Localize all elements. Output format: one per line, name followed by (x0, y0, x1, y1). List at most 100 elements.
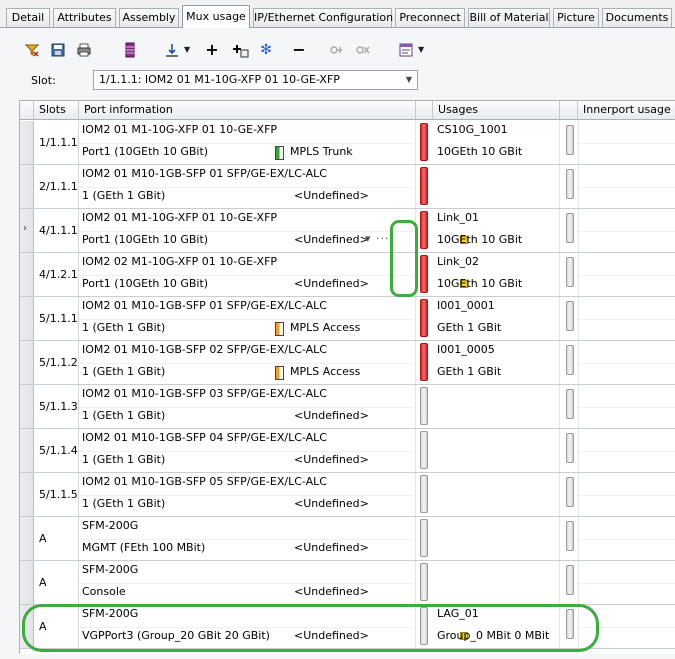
row-selector[interactable] (20, 121, 34, 164)
usage-value[interactable]: <Undefined> (294, 585, 369, 598)
tab-preconnect[interactable]: Preconnect (395, 8, 465, 28)
slot-cell[interactable]: 4/1.2.1 (34, 253, 79, 296)
table-row[interactable]: 4/1.2.1 IOM2 02 M1-10G-XFP 01 10-GE-XFP Po… (20, 253, 675, 297)
tab-ip-ethernet-configuration[interactable]: IP/Ethernet Configuration (253, 8, 393, 28)
header-state[interactable] (416, 101, 433, 120)
row-selector[interactable] (20, 561, 34, 604)
row-selector[interactable] (20, 165, 34, 208)
innerport-usage-cell[interactable] (578, 297, 675, 340)
table-row[interactable]: 5/1.1.4 IOM2 01 M10-1GB-SFP 04 SFP/GE-EX/… (20, 429, 675, 473)
usage-value[interactable]: <Undefined> (294, 277, 369, 290)
table-row[interactable]: 5/1.1.2 IOM2 01 M10-1GB-SFP 02 SFP/GE-EX/… (20, 341, 675, 385)
sort-icon[interactable] (162, 40, 182, 60)
port-info-cell[interactable]: IOM2 01 M10-1GB-SFP 04 SFP/GE-EX/LC-ALC 1… (79, 429, 416, 472)
usages-cell[interactable] (433, 385, 560, 428)
port-info-cell[interactable]: IOM2 01 M10-1GB-SFP 02 SFP/GE-EX/LC-ALC 1… (79, 341, 416, 384)
tab-detail[interactable]: Detail (6, 8, 50, 28)
tab-bill-of-material[interactable]: Bill of Material (468, 8, 550, 28)
usage-value[interactable]: <Undefined> (294, 497, 369, 510)
table-row[interactable]: › 4/1.1.1 IOM2 01 M1-10G-XFP 01 10-GE-XFP P… (20, 209, 675, 253)
form-dropdown-icon[interactable]: ▼ (418, 40, 424, 60)
usage-value[interactable]: <Undefined> (294, 233, 369, 246)
row-selector[interactable] (20, 253, 34, 296)
row-selector[interactable] (20, 605, 34, 648)
add-icon[interactable]: + (204, 40, 220, 60)
innerport-usage-cell[interactable] (578, 209, 675, 252)
remove-icon[interactable]: − (291, 40, 307, 60)
tab-documents[interactable]: Documents (602, 8, 672, 28)
slot-cell[interactable]: 5/1.1.1 (34, 297, 79, 340)
row-selector[interactable] (20, 385, 34, 428)
usage-value[interactable]: <Undefined> (294, 629, 369, 642)
tab-attributes[interactable]: Attributes (53, 8, 116, 28)
innerport-usage-cell[interactable] (578, 165, 675, 208)
usages-cell[interactable]: Link_02 10GEth 10 GBit (433, 253, 560, 296)
table-row[interactable]: 5/1.1.3 IOM2 01 M10-1GB-SFP 03 SFP/GE-EX/… (20, 385, 675, 429)
usages-cell[interactable]: LAG_01 Group_0 MBit 0 MBit (433, 605, 560, 648)
slot-cell[interactable]: 5/1.1.4 (34, 429, 79, 472)
sort-dropdown-icon[interactable]: ▼ (184, 40, 190, 60)
usages-cell[interactable] (433, 473, 560, 516)
row-selector[interactable]: › (20, 209, 34, 252)
table-row[interactable]: 5/1.1.1 IOM2 01 M10-1GB-SFP 01 SFP/GE-EX/… (20, 297, 675, 341)
slot-cell[interactable]: 5/1.1.5 (34, 473, 79, 516)
slot-cell[interactable]: 5/1.1.3 (34, 385, 79, 428)
row-selector[interactable] (20, 429, 34, 472)
header-inner-state[interactable] (560, 101, 578, 120)
innerport-usage-cell[interactable] (578, 473, 675, 516)
slot-cell[interactable]: 4/1.1.1 (34, 209, 79, 252)
slot-cell[interactable]: 2/1.1.1 (34, 165, 79, 208)
connect-icon[interactable] (326, 40, 346, 60)
row-selector[interactable] (20, 297, 34, 340)
table-row[interactable]: A SFM-200G Console <Undefined> (20, 561, 675, 605)
table-row[interactable]: 2/1.1.1 IOM2 01 M10-1GB-SFP 01 SFP/GE-EX/… (20, 165, 675, 209)
innerport-usage-cell[interactable] (578, 561, 675, 604)
header-port-information[interactable]: Port information (79, 101, 416, 120)
slot-cell[interactable]: A (34, 561, 79, 604)
tab-mux-usage[interactable]: Mux usage (182, 5, 250, 28)
chevron-down-icon[interactable]: ▼ (406, 71, 412, 89)
port-info-cell[interactable]: SFM-200G Console <Undefined> (79, 561, 416, 604)
usage-value[interactable]: <Undefined> (294, 541, 369, 554)
table-row[interactable]: A SFM-200G VGPPort3 (Group_20 GBit 20 GBit… (20, 605, 675, 649)
port-info-cell[interactable]: SFM-200G VGPPort3 (Group_20 GBit 20 GBit)… (79, 605, 468, 648)
slot-cell[interactable]: 1/1.1.1 (34, 121, 79, 164)
usages-cell[interactable]: I001_0005 GEth 1 GBit (433, 341, 560, 384)
usage-value[interactable]: <Undefined> (294, 409, 369, 422)
usages-cell[interactable]: CS10G_1001 10GEth 10 GBit (433, 121, 560, 164)
port-info-cell[interactable]: IOM2 01 M1-10G-XFP 01 10-GE-XFP Port1 (10… (79, 209, 468, 252)
tab-assembly[interactable]: Assembly (119, 8, 179, 28)
add-child-icon[interactable] (230, 40, 250, 60)
filter-icon[interactable] (22, 40, 42, 60)
port-info-cell[interactable]: SFM-200G MGMT (FEth 100 MBit) <Undefined> (79, 517, 416, 560)
slot-cell[interactable]: A (34, 517, 79, 560)
usage-value[interactable]: <Undefined> (294, 453, 369, 466)
table-row[interactable]: 5/1.1.5 IOM2 01 M10-1GB-SFP 05 SFP/GE-EX/… (20, 473, 675, 517)
port-info-cell[interactable]: IOM2 01 M10-1GB-SFP 01 SFP/GE-EX/LC-ALC 1… (79, 297, 416, 340)
disconnect-icon[interactable] (352, 40, 372, 60)
innerport-usage-cell[interactable] (578, 253, 675, 296)
usages-cell[interactable]: Link_01 10GEth 10 GBit (433, 209, 560, 252)
value-dropdown-ellipsis-icon[interactable]: ▾ ··· (365, 232, 390, 245)
usages-cell[interactable] (433, 165, 560, 208)
snowflake-icon[interactable]: ✻ (258, 40, 274, 60)
usage-value[interactable]: <Undefined> (294, 189, 369, 202)
innerport-usage-cell[interactable] (578, 429, 675, 472)
usages-cell[interactable]: I001_0001 GEth 1 GBit (433, 297, 560, 340)
usages-cell[interactable] (433, 561, 560, 604)
port-info-cell[interactable]: IOM2 01 M10-1GB-SFP 05 SFP/GE-EX/LC-ALC 1… (79, 473, 416, 516)
slot-cell[interactable]: 5/1.1.2 (34, 341, 79, 384)
print-icon[interactable] (74, 40, 94, 60)
form-icon[interactable] (396, 40, 416, 60)
usages-cell[interactable] (433, 429, 560, 472)
innerport-usage-cell[interactable] (578, 341, 675, 384)
row-selector[interactable] (20, 517, 34, 560)
slot-cell[interactable]: A (34, 605, 79, 648)
table-row[interactable]: A SFM-200G MGMT (FEth 100 MBit) <Undefined> (20, 517, 675, 561)
port-info-cell[interactable]: IOM2 02 M1-10G-XFP 01 10-GE-XFP Port1 (10… (79, 253, 468, 296)
innerport-usage-cell[interactable] (578, 605, 675, 648)
port-info-cell[interactable]: IOM2 01 M1-10G-XFP 01 10-GE-XFP Port1 (10… (79, 121, 416, 164)
innerport-usage-cell[interactable] (578, 121, 675, 164)
row-selector[interactable] (20, 341, 34, 384)
innerport-usage-cell[interactable] (578, 385, 675, 428)
